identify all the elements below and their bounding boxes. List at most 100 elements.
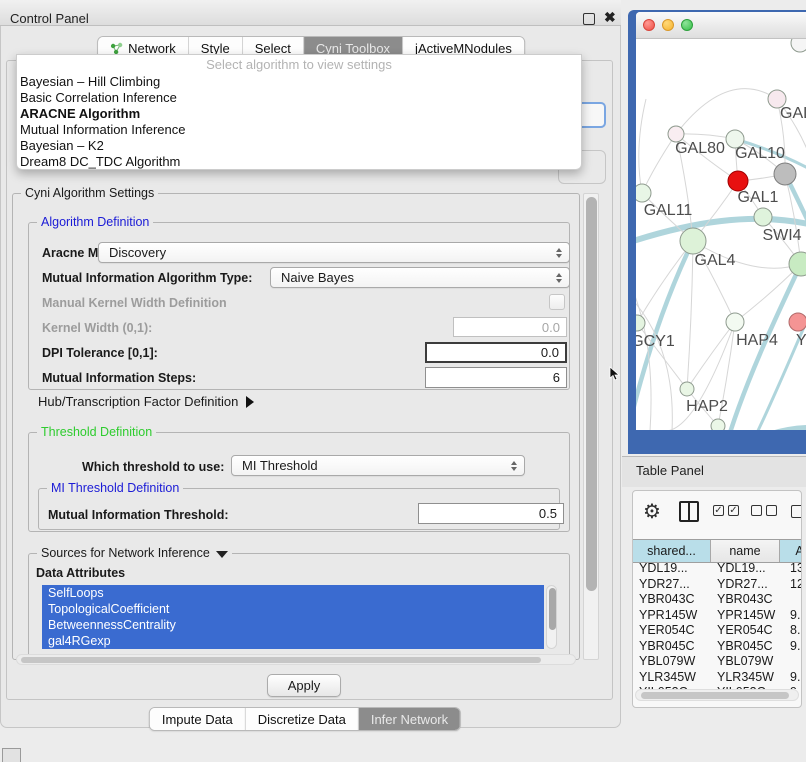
node-label: GAL4 [695,252,736,269]
node[interactable] [711,419,725,430]
dpi-tolerance-field[interactable]: 0.0 [425,342,567,363]
node-label: SWI4 [762,227,801,244]
table-cell: YBR045C [711,639,780,655]
mi-threshold-field[interactable]: 0.5 [418,503,564,524]
table-cell: YDR27... [711,577,780,593]
algorithm-option[interactable]: Basic Correlation Inference [17,90,581,106]
mi-threshold-group-title: MI Threshold Definition [47,481,183,495]
table-cell [780,592,802,608]
table-cell: 9. [780,639,802,655]
stepper-arrows-icon [556,273,562,283]
apply-button[interactable]: Apply [267,674,341,697]
table-cell: YPR145W [633,608,711,624]
expanded-arrow-icon [216,551,228,558]
node-GAL1[interactable] [728,171,748,191]
table-cell: 9. [780,670,802,686]
mi-type-select[interactable]: Naive Bayes [270,267,570,288]
close-window-icon[interactable] [643,19,655,31]
table-row[interactable]: YDR27...YDR27...12 [633,577,802,593]
table-rows[interactable]: YDL19...YDL19...13YDR27...YDR27...12YBR0… [633,561,802,689]
hub-definition-toggle[interactable]: Hub/Transcription Factor Definition [38,394,254,409]
table-row[interactable]: YER054CYER054C8. [633,623,802,639]
column-header[interactable]: A [780,540,802,562]
table-cell: 9. [780,608,802,624]
clipped-toolbar-icon[interactable] [791,505,802,518]
mi-type-label: Mutual Information Algorithm Type: [42,271,252,285]
select-all-checks-icon[interactable]: ✓✓ [713,505,739,516]
panel-corner-grip[interactable] [2,748,21,762]
table-row[interactable]: YBR045CYBR045C9. [633,639,802,655]
which-threshold-select[interactable]: MI Threshold [231,455,525,476]
tab-infer-network[interactable]: Infer Network [359,708,460,730]
close-panel-icon[interactable]: ✖ [604,9,616,26]
algorithm-option[interactable]: Bayesian – K2 [17,138,581,154]
minimize-window-icon[interactable] [662,19,674,31]
attribute-item-selected[interactable]: SelfLoops [42,585,544,601]
algorithm-option[interactable]: Dream8 DC_TDC Algorithm [17,154,581,170]
tab-impute-data[interactable]: Impute Data [150,708,246,730]
node-GCY1[interactable] [636,315,645,331]
node-label: GAL1 [738,189,779,206]
hub-definition-label: Hub/Transcription Factor Definition [38,394,238,409]
network-canvas[interactable]: GALGAL80GAL10GAL1GAL11SWI4GAL4GCY1HAP4YH… [636,39,806,430]
table-hscrollbar[interactable] [635,689,799,701]
column-header[interactable]: name [711,540,780,562]
table-cell: YER054C [633,623,711,639]
gear-icon[interactable]: ⚙ [643,499,661,524]
table-header-row[interactable]: shared...nameA [633,539,802,563]
column-header[interactable]: shared... [633,540,711,562]
table-row[interactable]: YPR145WYPR145W9. [633,608,802,624]
table-row[interactable]: YLR345WYLR345W9. [633,670,802,686]
node[interactable] [789,252,806,276]
table-row[interactable]: YBR043CYBR043C [633,592,802,608]
table-cell: YER054C [711,623,780,639]
zoom-window-icon[interactable] [681,19,693,31]
node[interactable] [774,163,796,185]
table-cell: YBL079W [711,654,780,670]
data-attributes-list[interactable]: SelfLoopsTopologicalCoefficientBetweenne… [42,585,544,649]
table-cell: YPR145W [711,608,780,624]
node-label: GAL10 [735,145,785,162]
node-SWI4[interactable] [754,208,772,226]
stepper-arrows-icon [556,248,562,258]
manual-kernel-checkbox[interactable] [549,294,565,310]
aracne-mode-select[interactable]: Discovery [98,242,570,263]
attribute-item-selected[interactable]: gal4RGexp [42,633,544,649]
cyni-bottom-tabs: Impute DataDiscretize DataInfer Network [149,707,461,731]
mi-threshold-label: Mutual Information Threshold: [48,508,229,522]
settings-vscrollbar[interactable] [583,193,599,660]
table-cell: YDL19... [633,561,711,577]
columns-icon[interactable] [679,501,699,522]
algorithm-dropdown-placeholder: Select algorithm to view settings [17,55,581,74]
attribute-item-selected[interactable]: BetweennessCentrality [42,617,544,633]
mi-steps-label: Mutual Information Steps: [42,371,196,385]
mi-steps-field[interactable]: 6 [425,367,567,388]
algorithm-option[interactable]: ARACNE Algorithm [17,106,581,122]
node-label: GAL [780,105,806,122]
node[interactable] [791,39,806,52]
attributes-list-scrollbar[interactable] [546,585,557,649]
node-GAL4[interactable] [680,228,706,254]
table-row[interactable]: YDL19...YDL19...13 [633,561,802,577]
attribute-item-selected[interactable]: TopologicalCoefficient [42,601,544,617]
cyni-algorithm-settings-title: Cyni Algorithm Settings [21,186,158,200]
apply-button-label: Apply [288,678,321,693]
node-label: GAL80 [675,140,725,157]
network-window-titlebar[interactable] [636,12,806,39]
manual-kernel-label: Manual Kernel Width Definition [42,296,227,310]
sources-group-title[interactable]: Sources for Network Inference [37,546,232,560]
algorithm-option[interactable]: Bayesian – Hill Climbing [17,74,581,90]
algorithm-option[interactable]: Mutual Information Inference [17,122,581,138]
settings-hscrollbar[interactable] [16,654,576,665]
node-HAP2[interactable] [680,382,694,396]
network-view-window[interactable]: GALGAL80GAL10GAL1GAL11SWI4GAL4GCY1HAP4YH… [628,10,806,454]
tab-discretize-data[interactable]: Discretize Data [246,708,359,730]
float-panel-icon[interactable] [583,13,595,25]
node-GAL11[interactable] [636,184,651,202]
deselect-all-checks-icon[interactable] [751,505,777,516]
kernel-width-field[interactable]: 0.0 [453,317,567,337]
node-Y[interactable] [789,313,806,331]
node-HAP4[interactable] [726,313,744,331]
table-cell: 12 [780,577,802,593]
table-row[interactable]: YBL079WYBL079W [633,654,802,670]
